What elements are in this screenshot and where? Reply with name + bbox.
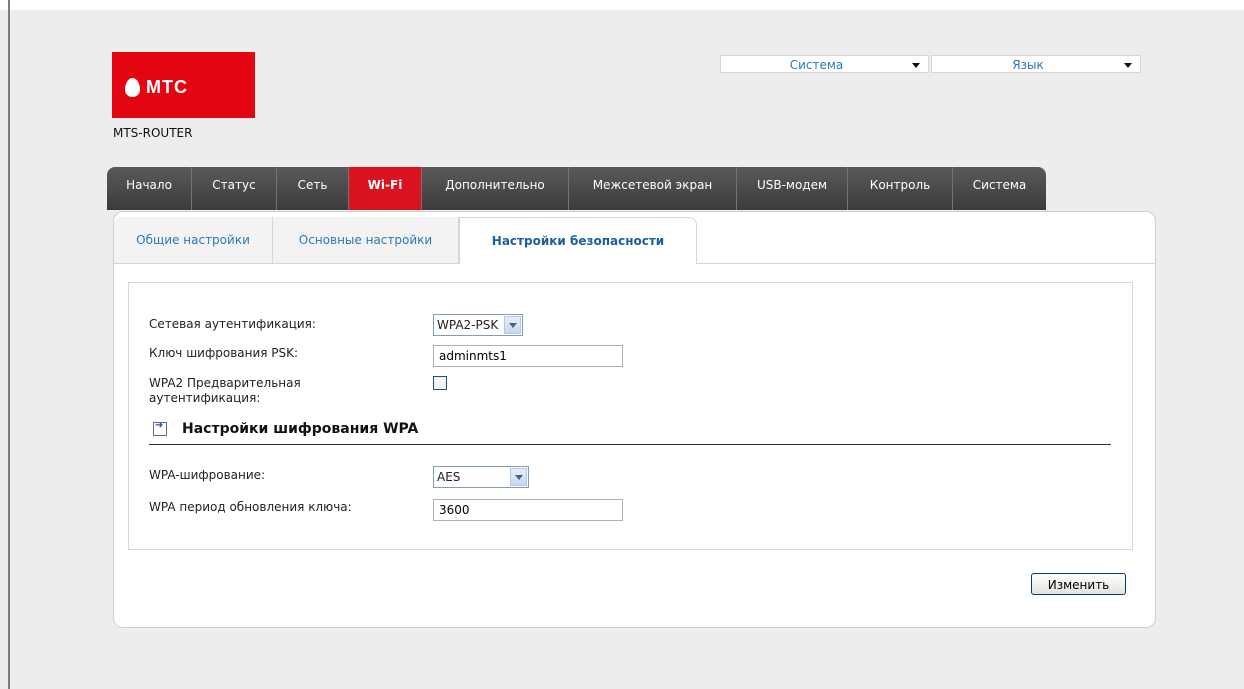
encryption-label: WPA-шифрование: [149,468,266,482]
mts-egg-icon [125,78,140,97]
window-left-border [8,0,10,689]
chevron-down-icon [912,63,920,68]
auth-label: Сетевая аутентификация: [149,317,316,331]
wpa-encryption-section: Настройки шифрования WPA [149,418,1111,445]
language-menu[interactable]: Язык [931,55,1141,73]
content-panel: Общие настройки Основные настройки Настр… [113,211,1156,628]
auth-select-value: WPA2-PSK [437,318,499,332]
section-title: Настройки шифрования WPA [182,421,419,437]
psk-label: Ключ шифрования PSK: [149,346,299,360]
preauth-label: WPA2 Предварительная аутентификация: [149,376,301,406]
rekey-label: WPA период обновления ключа: [149,500,352,514]
tab-status[interactable]: Статус [192,167,277,210]
psk-input[interactable] [433,345,623,367]
security-settings-form: Сетевая аутентификация: WPA2-PSK Ключ ши… [128,282,1133,550]
chevron-down-icon [510,468,527,486]
device-name: MTS-ROUTER [113,126,193,140]
chevron-down-icon [1124,63,1132,68]
tab-system[interactable]: Система [953,167,1046,210]
tab-home[interactable]: Начало [107,167,192,210]
tab-firewall[interactable]: Межсетевой экран [569,167,737,210]
tab-control[interactable]: Контроль [848,167,953,210]
tab-network[interactable]: Сеть [277,167,349,210]
section-arrow-icon [153,420,167,436]
logo-text: МТС [146,77,188,97]
chevron-down-icon [504,316,521,334]
language-menu-label: Язык [1012,58,1044,72]
mts-logo: МТС [112,52,255,118]
system-menu-label: Система [789,58,844,72]
save-button[interactable]: Изменить [1031,573,1126,595]
top-strip [0,0,1244,10]
rekey-input[interactable] [433,499,623,521]
subtab-general[interactable]: Общие настройки [114,217,273,263]
sub-tabs: Общие настройки Основные настройки Настр… [114,217,1155,264]
preauth-label-line1: WPA2 Предварительная [149,376,301,390]
subtab-security[interactable]: Настройки безопасности [459,217,697,264]
preauth-checkbox[interactable] [433,376,447,390]
system-menu[interactable]: Система [720,55,929,73]
encryption-select[interactable]: AES [433,466,529,488]
encryption-select-value: AES [437,470,461,484]
tab-advanced[interactable]: Дополнительно [422,167,569,210]
subtab-basic[interactable]: Основные настройки [273,217,459,263]
main-nav: Начало Статус Сеть Wi-Fi Дополнительно М… [107,167,1046,210]
tab-wifi[interactable]: Wi-Fi [349,167,422,210]
auth-select[interactable]: WPA2-PSK [433,314,523,336]
preauth-label-line2: аутентификация: [149,391,261,405]
tab-usb-modem[interactable]: USB-модем [737,167,848,210]
